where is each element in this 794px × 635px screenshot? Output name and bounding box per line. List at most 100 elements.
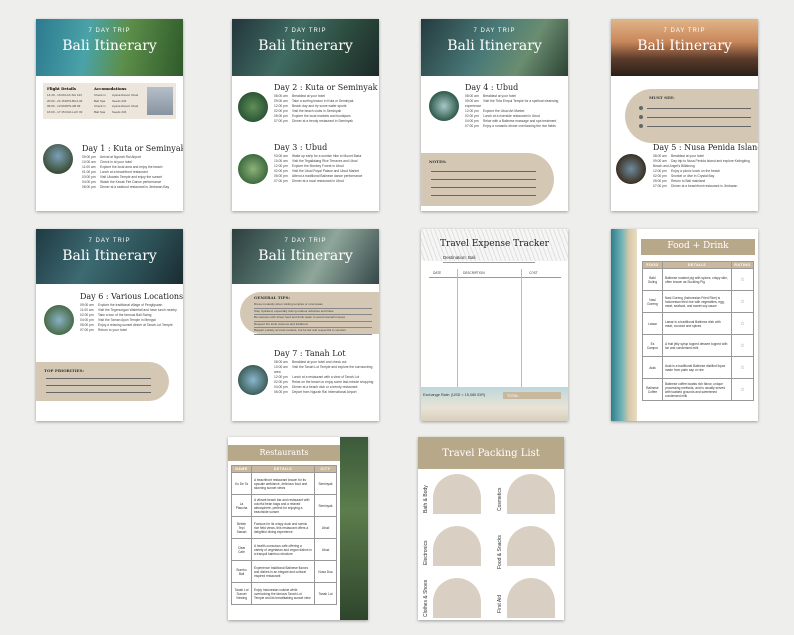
day-schedule: 09:00 am Explore the traditional village …	[80, 303, 178, 333]
schedule-activity: Relax on the beach or enjoy some last-mi…	[292, 380, 374, 384]
table-row: La Plancha A vibrant beach bar and restau…	[231, 494, 337, 517]
swing-photo	[44, 305, 74, 335]
day-heading: Day 1 : Kuta or Seminyak	[82, 144, 183, 153]
day-heading-3: Day 3 : Ubud	[274, 143, 328, 152]
star-icon[interactable]: ☆	[740, 277, 744, 283]
schedule-time: Bali Spa	[94, 109, 106, 114]
star-icon[interactable]: ☆	[740, 343, 744, 349]
restaurant-city: Seminyak	[314, 494, 337, 517]
restaurant-name: Bumbu Bali	[231, 560, 252, 583]
restaurant-details: Famous for its crispy duck and scenic ri…	[251, 516, 315, 539]
col-date: DATE	[433, 271, 442, 275]
schedule-time: 07:00 pm	[274, 179, 288, 183]
trip-label: 7 DAY TRIP	[284, 238, 327, 244]
notes-label: NOTES:	[429, 159, 447, 164]
destination-label: Destination: Bali	[443, 255, 476, 260]
schedule-activity: Watch the Kecak Fire Dance performance	[100, 180, 162, 184]
food-details: Balinese roasted pig with spices, crispy…	[662, 268, 732, 291]
food-drink-page: Food + Drink FOOD DETAILS RATING Babi Gu…	[611, 229, 758, 421]
bullet	[639, 115, 643, 119]
page-title: Bali Itinerary	[62, 38, 157, 54]
schedule-activity: CGK-LAX 33	[65, 109, 83, 114]
day-schedule: 08:00 am Breakfast at your hotel and chec…	[274, 360, 374, 395]
expense-tracker-page: Travel Expense Tracker Destination: Bali…	[421, 229, 568, 421]
hero-image-waves: 7 DAY TRIP Bali Itinerary	[232, 229, 379, 284]
star-icon[interactable]: ☆	[740, 387, 744, 393]
destination-underline	[443, 262, 535, 263]
schedule-activity: Take a tour of the famous Bali Swing	[98, 313, 152, 317]
day-heading: Day 5 : Nusa Penida Island	[653, 143, 758, 152]
star-icon[interactable]: ☆	[740, 299, 744, 305]
restaurant-city: Ubud	[314, 516, 337, 539]
bath-body-box	[433, 474, 481, 514]
schedule-activity: Beach day and try some water sports	[292, 104, 347, 108]
beach-side-image	[611, 229, 637, 421]
schedule-activity: Arrival at Ngurah Rai Airport	[100, 155, 142, 159]
schedule-activity: Lunch at a riverside restaurant in Ubud	[483, 114, 540, 118]
rice-terrace-photo	[238, 154, 268, 184]
restaurant-name: Ku De Ta	[231, 472, 252, 495]
schedule-activity: Seeds 234	[112, 98, 127, 103]
restaurant-name: Bebek Tepi Sawah	[231, 516, 252, 539]
page-title: Bali Itinerary	[637, 38, 732, 54]
schedule-activity: Dinner at a seafood restaurant in Jimbar…	[100, 185, 170, 189]
hero-image-beach: 7 DAY TRIP Bali Itinerary	[36, 19, 183, 76]
col-city: CITY	[314, 465, 337, 473]
table-row: Bumbu Bali Experience traditional Balines…	[231, 560, 337, 583]
tanah-lot-photo	[238, 365, 268, 395]
column-divider	[457, 269, 458, 387]
schedule-activity: Seeds 234	[112, 109, 127, 114]
must-see-box: MUST SEE:	[625, 89, 758, 143]
restaurant-name: Tanah Lot Sunset Viewing	[231, 582, 252, 605]
schedule-time: 07:00 pm	[653, 184, 667, 188]
trip-label: 7 DAY TRIP	[284, 28, 327, 34]
table-row: Ku De Ta A beachfront restaurant known fo…	[231, 472, 337, 495]
flight-details-label: Flight Details	[47, 86, 77, 91]
schedule-row: 10:00 am Visit the Tanah Lot Temple and e…	[274, 365, 374, 375]
schedule-time: 16:00 - 17:15	[47, 109, 65, 114]
schedule-activity: Enjoy a picnic lunch on the beach	[671, 169, 721, 173]
col-cost: COST	[529, 271, 538, 275]
day-schedule: 08:00 am Breakfast at your hotel 09:00 am V…	[465, 94, 563, 129]
day-heading: Day 4 : Ubud	[465, 83, 519, 92]
restaurant-name: Clear Cafe	[231, 538, 252, 561]
table-row: Bebek Tepi Sawah Famous for its crispy du…	[231, 516, 337, 539]
itinerary-page-day-6: 7 DAY TRIP Bali Itinerary Day 6 : Variou…	[36, 229, 183, 421]
schedule-activity: Lunch at a restaurant with a view of Tan…	[292, 375, 360, 379]
col-rating: RATING	[731, 261, 754, 269]
day-2-schedule: 08:00 am Breakfast at your hotel 09:00 am T…	[274, 94, 374, 124]
star-icon[interactable]: ☆	[740, 365, 744, 371]
itinerary-page-day-4: 7 DAY TRIP Bali Itinerary Day 4 : Ubud 0…	[421, 19, 568, 211]
schedule-activity: Ayana Resort Ubud	[112, 93, 139, 97]
schedule-activity: Visit the beach clubs in Seminyak	[292, 109, 342, 113]
rating-cell: ☆	[731, 312, 754, 335]
restaurants-table: NAME DETAILS CITY Ku De Ta A beachfront r…	[231, 465, 337, 605]
cosmetics-box	[507, 474, 555, 514]
trip-label: 7 DAY TRIP	[663, 28, 706, 34]
temple-photo	[616, 154, 646, 184]
tracker-title: Travel Expense Tracker	[440, 239, 549, 249]
trip-label: 7 DAY TRIP	[88, 28, 131, 34]
day-3-schedule: 03:00 am Wake up early for a sunrise hike…	[274, 154, 374, 184]
schedule-activity: Explore the Monkey Forest in Ubud	[292, 164, 344, 168]
schedule-activity: Wake up early for a sunrise hike to Moun…	[292, 154, 362, 158]
palm-side-image	[340, 437, 368, 620]
schedule-activity: Breakfast at your hotel and check out	[292, 360, 347, 364]
schedule-activity: Dinner at a trendy restaurant in Seminya…	[292, 119, 353, 123]
col-food: FOOD	[642, 261, 663, 269]
schedule-activity: Enjoy a relaxing sunset dinner at Tanah …	[98, 323, 173, 327]
flight-list: 14:40 - 16:00LAX-SG 123 20:00 - 21:15DPS-…	[47, 93, 82, 115]
schedule-row: 07:00 pm Dinner at a trendy restaurant in…	[274, 119, 374, 124]
col-details: DETAILS	[662, 261, 732, 269]
food-name: Lawar	[642, 312, 663, 335]
waterfall-photo	[429, 91, 459, 121]
star-icon[interactable]: ☆	[740, 321, 744, 327]
travel-info-box: Flight Details Accomodations 14:40 - 16:…	[43, 83, 176, 119]
schedule-activity: Lunch at a beachfront restaurant	[100, 170, 148, 174]
table-row: Lawar Lawar is a traditional Balinese dis…	[642, 312, 754, 335]
food-table: FOOD DETAILS RATING Babi Guling Balinese …	[642, 261, 754, 401]
schedule-row: 07:00 pm Dinner at a local restaurant in …	[274, 179, 374, 184]
schedule-activity: Explore the local area and enjoy the bea…	[100, 165, 163, 169]
must-see-label: MUST SEE:	[649, 95, 675, 100]
table-row: Babi Guling Balinese roasted pig with spi…	[642, 268, 754, 291]
